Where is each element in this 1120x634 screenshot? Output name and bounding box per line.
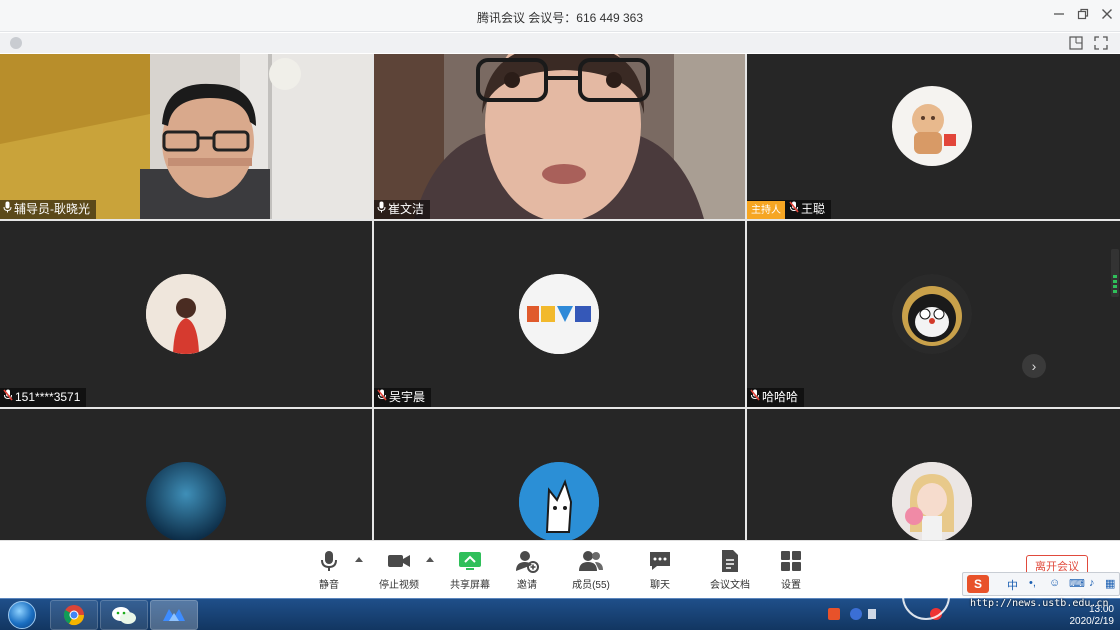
participant-name: 哈哈哈 xyxy=(762,390,799,404)
settings-label: 设置 xyxy=(781,580,801,591)
participant-label: 主持人 王聪 xyxy=(747,200,832,219)
meeting-docs-label: 会议文档 xyxy=(710,580,750,591)
host-badge: 主持人 xyxy=(747,201,785,219)
microphone-icon xyxy=(377,200,386,219)
fullscreen-icon[interactable] xyxy=(1093,35,1109,51)
participant-name: 吴宇晨 xyxy=(389,390,426,404)
microphone-icon xyxy=(3,200,12,219)
ime-toolbar[interactable]: S 中 •, ☺ ⌨ ♪ ▦ xyxy=(962,572,1120,596)
participant-tile[interactable]: 辅导员-耿晓光 xyxy=(0,54,372,219)
emoji-icon[interactable]: ☺ xyxy=(1049,577,1060,589)
participant-avatar xyxy=(146,274,226,354)
participant-name: 辅导员-耿晓光 xyxy=(14,202,90,216)
microphone-muted-icon xyxy=(789,200,799,219)
participant-tile[interactable]: 151****3571 xyxy=(0,221,372,407)
settings-button[interactable]: 设置 xyxy=(761,549,821,591)
settings-grid-icon xyxy=(779,549,803,573)
meeting-toolbar: 静音 停止视频 共享屏幕 邀请 成员(55) 聊天 会议文档 设置 离开会议 xyxy=(0,540,1120,598)
tencent-meeting-icon[interactable] xyxy=(150,600,198,630)
mute-label: 静音 xyxy=(319,580,339,591)
close-icon[interactable] xyxy=(1097,6,1117,26)
participant-tile[interactable]: 吴宇晨 xyxy=(374,221,745,407)
participant-label: 吴宇晨 xyxy=(374,388,432,407)
share-screen-icon xyxy=(458,549,482,573)
video-grid: 辅导员-耿晓光 崔文洁 主持人 王聪 151****3571 吴宇晨 哈哈哈 › xyxy=(0,54,1120,540)
document-icon xyxy=(718,549,742,573)
window-title: 腾讯会议 会议号：616 449 363 xyxy=(476,11,644,25)
windows-taskbar: 13:00 2020/2/19 xyxy=(0,598,1120,630)
participant-label: 151****3571 xyxy=(0,388,87,407)
microphone-muted-icon xyxy=(3,388,13,407)
ime-menu-icon[interactable]: ▦ xyxy=(1105,577,1115,590)
participant-label: 辅导员-耿晓光 xyxy=(0,200,96,219)
participant-tile[interactable] xyxy=(374,409,745,540)
audio-level-meter xyxy=(1111,249,1119,297)
wechat-icon[interactable] xyxy=(100,600,148,630)
chat-icon xyxy=(648,549,672,573)
members-icon xyxy=(579,549,603,573)
sogou-ime-icon: S xyxy=(967,575,989,593)
participant-video xyxy=(374,54,745,219)
participant-label: 崔文洁 xyxy=(374,200,431,219)
tencent-meeting-window: 腾讯会议 会议号：616 449 363 辅导员-耿晓光 崔文洁 主持人 王聪 … xyxy=(0,0,1120,630)
participant-avatar xyxy=(892,462,972,540)
share-screen-label: 共享屏幕 xyxy=(450,580,490,591)
participant-avatar xyxy=(892,86,972,166)
chrome-icon[interactable] xyxy=(50,600,98,630)
mute-button[interactable]: 静音 xyxy=(299,549,359,591)
ustb-watermark-logo xyxy=(902,572,950,620)
video-camera-icon xyxy=(387,549,411,573)
meeting-docs-button[interactable]: 会议文档 xyxy=(700,549,760,591)
participant-name: 王聪 xyxy=(801,202,826,216)
title-bar: 腾讯会议 会议号：616 449 363 xyxy=(0,0,1120,32)
invite-label: 邀请 xyxy=(517,580,537,591)
participant-tile[interactable]: 主持人 王聪 xyxy=(747,54,1120,219)
members-button[interactable]: 成员(55) xyxy=(561,549,621,591)
clock-date: 2020/2/19 xyxy=(1069,616,1115,627)
add-user-icon xyxy=(515,549,539,573)
participant-avatar xyxy=(519,274,599,354)
stop-video-label: 停止视频 xyxy=(379,580,419,591)
meeting-info-bar xyxy=(0,33,1120,53)
participant-video xyxy=(0,54,372,219)
share-screen-button[interactable]: 共享屏幕 xyxy=(440,549,500,591)
microphone-muted-icon xyxy=(750,388,760,407)
video-options-caret-icon[interactable] xyxy=(426,557,434,562)
watermark-url: http://news.ustb.edu.cn xyxy=(970,598,1109,609)
members-label: 成员(55) xyxy=(572,580,610,591)
minimize-icon[interactable] xyxy=(1049,6,1069,26)
voice-icon[interactable]: ♪ xyxy=(1089,577,1095,589)
keyboard-icon[interactable]: ⌨ xyxy=(1069,577,1085,590)
participant-avatar xyxy=(892,274,972,354)
participant-avatar xyxy=(146,462,226,540)
ime-mode: 中 xyxy=(1007,580,1018,592)
chat-button[interactable]: 聊天 xyxy=(630,549,690,591)
participant-avatar xyxy=(519,462,599,540)
participant-tile[interactable]: 哈哈哈 xyxy=(747,221,1120,407)
start-button[interactable] xyxy=(8,601,36,629)
mute-options-caret-icon[interactable] xyxy=(355,557,363,562)
microphone-icon xyxy=(317,549,341,573)
next-page-arrow-icon[interactable]: › xyxy=(1022,354,1046,378)
microphone-muted-icon xyxy=(377,388,387,407)
invite-button[interactable]: 邀请 xyxy=(497,549,557,591)
restore-icon[interactable] xyxy=(1073,6,1093,26)
participant-tile[interactable]: 崔文洁 xyxy=(374,54,745,219)
shield-icon[interactable] xyxy=(10,37,22,49)
chat-label: 聊天 xyxy=(650,580,670,591)
layout-icon[interactable] xyxy=(1068,35,1084,51)
participant-label: 哈哈哈 xyxy=(747,388,805,407)
punctuation-icon[interactable]: •, xyxy=(1029,577,1036,589)
stop-video-button[interactable]: 停止视频 xyxy=(369,549,429,591)
participant-tile[interactable] xyxy=(0,409,372,540)
participant-name: 151****3571 xyxy=(15,390,81,404)
participant-tile[interactable] xyxy=(747,409,1120,540)
participant-name: 崔文洁 xyxy=(388,202,425,216)
